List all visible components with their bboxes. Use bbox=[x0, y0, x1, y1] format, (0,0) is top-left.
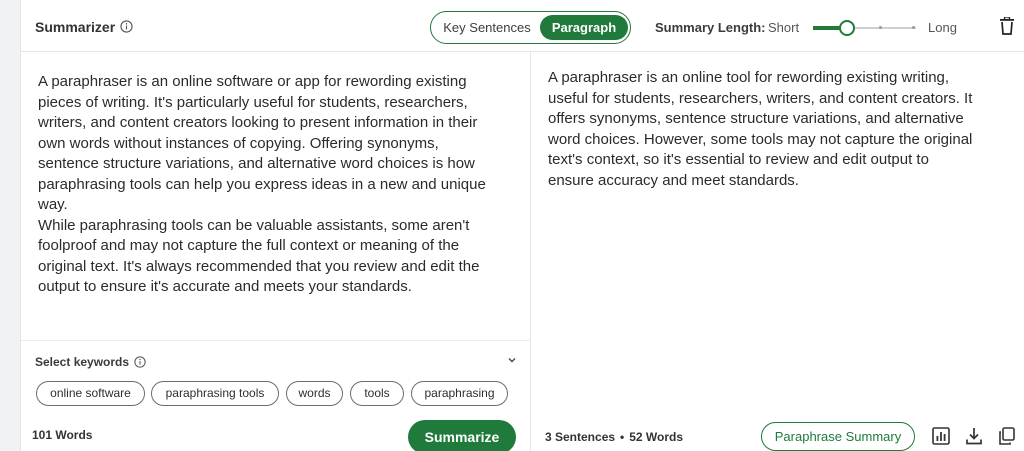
keyword-chip[interactable]: online software bbox=[36, 381, 145, 406]
keyword-chip[interactable]: paraphrasing tools bbox=[151, 381, 279, 406]
keyword-chip[interactable]: tools bbox=[350, 381, 404, 406]
copy-icon[interactable] bbox=[998, 427, 1016, 445]
keyword-chip[interactable]: words bbox=[286, 381, 343, 406]
mode-paragraph-button[interactable]: Paragraph bbox=[540, 15, 628, 40]
summary-length-min-label: Short bbox=[768, 20, 800, 35]
toolbar: Summarizer Key Sentences Paragraph Summa… bbox=[21, 0, 1024, 52]
input-word-count: 101 Words bbox=[32, 428, 93, 442]
keyword-chip[interactable]: paraphrasing bbox=[411, 381, 508, 406]
summarize-button[interactable]: Summarize bbox=[408, 420, 516, 451]
slider-step-dot bbox=[879, 26, 882, 29]
chevron-down-icon[interactable] bbox=[507, 356, 517, 364]
paraphrase-summary-button[interactable]: Paraphrase Summary bbox=[761, 422, 915, 451]
stats-separator: • bbox=[620, 430, 625, 444]
input-pane: A paraphraser is an online software or a… bbox=[21, 52, 531, 451]
bar-chart-icon[interactable] bbox=[932, 427, 950, 445]
slider-step-dot bbox=[912, 26, 915, 29]
input-text-area[interactable]: A paraphraser is an online software or a… bbox=[38, 72, 498, 298]
summary-length-label: Summary Length: bbox=[655, 20, 766, 35]
keywords-panel: Select keywords online software paraphra… bbox=[21, 340, 531, 412]
download-icon[interactable] bbox=[965, 427, 983, 445]
input-paragraph: A paraphraser is an online software or a… bbox=[38, 73, 486, 213]
output-word-count: 52 Words bbox=[629, 430, 684, 444]
keywords-label: Select keywords bbox=[35, 355, 130, 369]
mode-key-sentences-button[interactable]: Key Sentences bbox=[434, 15, 540, 40]
summary-stats: 3 Sentences • 52 Words bbox=[545, 430, 683, 444]
info-icon[interactable] bbox=[134, 356, 146, 368]
summary-output: A paraphraser is an online tool for rewo… bbox=[548, 69, 973, 189]
info-icon[interactable] bbox=[120, 20, 133, 33]
input-paragraph: While paraphrasing tools can be valuable… bbox=[38, 216, 480, 296]
summary-length-max-label: Long bbox=[928, 20, 957, 35]
output-pane: A paraphraser is an online tool for rewo… bbox=[532, 52, 1024, 451]
summarizer-app: Summarizer Key Sentences Paragraph Summa… bbox=[20, 0, 1024, 451]
slider-thumb[interactable] bbox=[838, 20, 855, 36]
sentence-count: 3 Sentences bbox=[545, 430, 616, 444]
summary-length-slider[interactable] bbox=[813, 20, 916, 36]
page-title: Summarizer bbox=[35, 19, 116, 35]
trash-icon[interactable] bbox=[1000, 17, 1014, 35]
mode-toggle: Key Sentences Paragraph bbox=[430, 11, 631, 44]
